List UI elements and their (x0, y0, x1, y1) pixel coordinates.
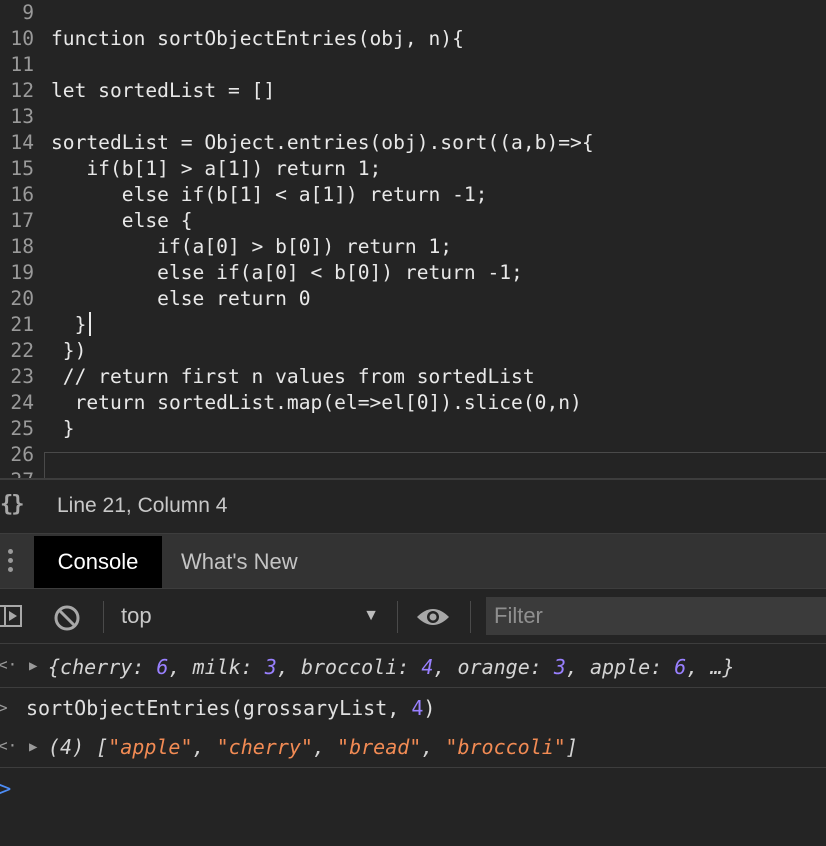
context-value: top (121, 603, 152, 628)
code-text: function sortObjectEntries(obj, n){ (51, 27, 464, 50)
result-arrow-icon: <· (0, 736, 18, 755)
array-item: "cherry" (216, 735, 313, 759)
cursor-position: Line 21, Column 4 (57, 494, 228, 517)
line-number: 20 (10, 287, 34, 310)
line-number: 14 (10, 131, 34, 154)
command-arg: 4 (411, 696, 424, 720)
object-value: 3 (264, 655, 277, 679)
toolbar-divider (470, 601, 471, 633)
code-editor[interactable]: 9 10 function sortObjectEntries(obj, n){ … (0, 0, 826, 480)
code-text: return sortedList.map(el=>el[0]).slice(0… (51, 391, 582, 414)
curly-braces-icon[interactable]: {} (0, 492, 24, 517)
array-item: "broccoli" (445, 735, 566, 759)
filter-input[interactable] (486, 597, 826, 635)
line-number: 22 (10, 339, 34, 362)
clear-console-icon[interactable] (53, 604, 81, 632)
active-line-highlight (44, 452, 826, 479)
code-text: else { (51, 209, 193, 232)
code-text: else return 0 (51, 287, 311, 310)
object-preview[interactable]: {cherry: 6, milk: 3, broccoli: 4, orange… (48, 655, 735, 679)
code-text: if(b[1] > a[1]) return 1; (51, 157, 382, 180)
result-arrow-icon: <· (0, 655, 18, 674)
console-prompt-icon[interactable]: > (0, 777, 11, 802)
code-text: sortedList = Object.entries(obj).sort((a… (51, 131, 594, 154)
line-number: 15 (10, 157, 34, 180)
code-text: let sortedList = [] (51, 79, 276, 102)
command-text: sortObjectEntries(grossaryList, 4) (26, 696, 435, 720)
console-toolbar: top ▼ (0, 589, 826, 644)
code-text: else if(a[0] < b[0]) return -1; (51, 261, 523, 284)
object-open-brace: { (48, 655, 61, 679)
input-chevron-icon: > (0, 698, 8, 717)
drawer-tab-bar: Console What's New (0, 534, 826, 589)
array-item: "apple" (108, 735, 193, 759)
eye-icon[interactable] (416, 607, 450, 627)
tab-console[interactable]: Console (34, 536, 162, 588)
line-number: 10 (10, 27, 34, 50)
line-number: 13 (10, 105, 34, 128)
console-command: > sortObjectEntries(grossaryList, 4) (0, 688, 826, 726)
tab-whats-new[interactable]: What's New (181, 536, 298, 588)
code-text: else if(b[1] < a[1]) return -1; (51, 183, 488, 206)
dropdown-caret-icon: ▼ (363, 607, 379, 624)
expand-triangle-icon[interactable]: ▶ (29, 739, 37, 755)
code-text: }) (51, 339, 87, 362)
line-number: 23 (10, 365, 34, 388)
console-output: <· ▶ {cherry: 6, milk: 3, broccoli: 4, o… (0, 644, 826, 828)
array-preview[interactable]: (4) ["apple", "cherry", "bread", "brocco… (48, 735, 578, 759)
text-cursor (89, 312, 91, 336)
toolbar-divider (397, 601, 398, 633)
object-value: 6 (674, 655, 687, 679)
editor-status-bar: {} Line 21, Column 4 (0, 480, 826, 534)
line-number: 18 (10, 235, 34, 258)
line-number: 21 (10, 313, 34, 336)
object-ellipsis: …} (710, 655, 735, 679)
code-text: } (51, 417, 75, 440)
line-number: 16 (10, 183, 34, 206)
sidebar-toggle-icon[interactable] (0, 605, 24, 627)
object-value: 6 (156, 655, 169, 679)
array-length: (4) (48, 735, 85, 759)
console-message: <· ▶ (4) ["apple", "cherry", "bread", "b… (0, 726, 826, 768)
code-text: } (51, 313, 87, 336)
line-number: 17 (10, 209, 34, 232)
array-item: "bread" (337, 735, 422, 759)
object-key: orange (457, 655, 530, 679)
line-number: 24 (10, 391, 34, 414)
object-key: milk (192, 655, 241, 679)
expand-triangle-icon[interactable]: ▶ (29, 658, 37, 674)
code-text: if(a[0] > b[0]) return 1; (51, 235, 453, 258)
console-message: <· ▶ {cherry: 6, milk: 3, broccoli: 4, o… (0, 644, 826, 688)
object-value: 4 (421, 655, 434, 679)
code-text: // return first n values from sortedList (51, 365, 535, 388)
line-number: 19 (10, 261, 34, 284)
line-number: 11 (10, 53, 34, 76)
line-number: 25 (10, 417, 34, 440)
kebab-menu-icon[interactable] (5, 546, 15, 578)
command-close: ) (423, 696, 436, 720)
context-selector[interactable]: top ▼ (121, 601, 383, 633)
object-value: 3 (553, 655, 566, 679)
line-number: 12 (10, 79, 34, 102)
object-key: apple (589, 655, 651, 679)
object-key: broccoli (300, 655, 398, 679)
toolbar-divider (103, 601, 104, 633)
command-call: sortObjectEntries(grossaryList, (26, 696, 412, 720)
object-key: cherry (60, 655, 133, 679)
line-number: 9 (22, 1, 34, 24)
line-number: 26 (10, 443, 34, 466)
